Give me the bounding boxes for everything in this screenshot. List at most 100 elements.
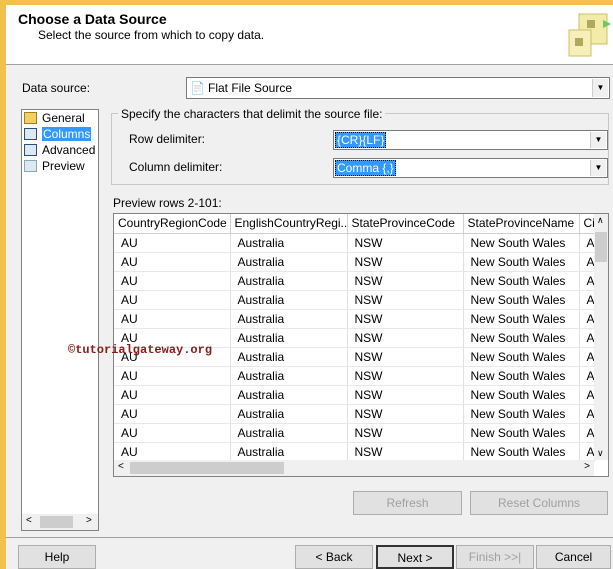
table-cell: AU xyxy=(114,404,231,424)
back-button[interactable]: < Back xyxy=(295,545,373,569)
grid-hscrollbar[interactable]: < > xyxy=(114,460,594,476)
table-cell: AU xyxy=(114,309,231,329)
table-cell: NSW xyxy=(347,252,464,272)
table-cell: NSW xyxy=(347,366,464,386)
nav-hscrollbar[interactable]: < > xyxy=(22,514,98,530)
table-cell: NSW xyxy=(347,309,464,329)
table-cell: AU xyxy=(114,442,231,462)
table-row: AUAustraliaNSWNew South WalesAl xyxy=(114,271,595,291)
refresh-button[interactable]: Refresh xyxy=(353,491,462,515)
table-cell: AU xyxy=(114,290,231,310)
page-subtitle: Select the source from which to copy dat… xyxy=(38,28,265,42)
table-cell: AU xyxy=(114,271,231,291)
table-row: AUAustraliaNSWNew South WalesAl xyxy=(114,366,595,386)
table-cell: New South Wales xyxy=(463,385,580,405)
table-cell: Al xyxy=(579,309,595,329)
table-cell: NSW xyxy=(347,290,464,310)
column-delimiter-label: Column delimiter: xyxy=(129,160,223,174)
preview-label: Preview rows 2-101: xyxy=(113,196,222,210)
table-cell: Australia xyxy=(230,385,348,405)
data-source-select[interactable]: 📄 Flat File Source ▼ xyxy=(186,77,610,99)
grid-vscrollbar[interactable]: ∧ ∨ xyxy=(594,214,608,460)
table-cell: NSW xyxy=(347,423,464,443)
table-cell: NSW xyxy=(347,347,464,367)
table-cell: Australia xyxy=(230,252,348,272)
table-cell: Australia xyxy=(230,423,348,443)
table-cell: Australia xyxy=(230,347,348,367)
table-cell: NSW xyxy=(347,328,464,348)
wizard-logo-icon xyxy=(568,13,611,57)
row-delimiter-label: Row delimiter: xyxy=(129,132,206,146)
table-row: AUAustraliaNSWNew South WalesAl xyxy=(114,252,595,272)
watermark: ©tutorialgateway.org xyxy=(68,343,213,357)
table-cell: Australia xyxy=(230,233,348,253)
delimiter-group-label: Specify the characters that delimit the … xyxy=(118,107,386,121)
table-row: AUAustraliaNSWNew South WalesAl xyxy=(114,442,595,462)
chevron-down-icon[interactable]: ▼ xyxy=(592,79,608,97)
nav-item-general[interactable]: General xyxy=(22,110,98,126)
table-cell: Al xyxy=(579,404,595,424)
table-cell: New South Wales xyxy=(463,328,580,348)
table-cell: NSW xyxy=(347,385,464,405)
table-cell: Al xyxy=(579,347,595,367)
row-delimiter-select[interactable]: {CR}{LF} ▼ xyxy=(333,130,608,150)
column-header[interactable]: StateProvinceName xyxy=(463,214,580,234)
table-row: AUAustraliaNSWNew South WalesAl xyxy=(114,290,595,310)
help-button[interactable]: Help xyxy=(18,545,96,569)
table-cell: New South Wales xyxy=(463,271,580,291)
table-cell: New South Wales xyxy=(463,347,580,367)
table-row: AUAustraliaNSWNew South WalesAl xyxy=(114,233,595,253)
table-cell: Al xyxy=(579,233,595,253)
data-source-value: Flat File Source xyxy=(208,81,293,95)
reset-columns-button[interactable]: Reset Columns xyxy=(470,491,608,515)
table-cell: New South Wales xyxy=(463,423,580,443)
table-cell: New South Wales xyxy=(463,290,580,310)
nav-label: General xyxy=(42,111,85,125)
page-title: Choose a Data Source xyxy=(18,11,167,27)
flat-file-icon: 📄 xyxy=(190,81,205,95)
column-header[interactable]: EnglishCountryRegi... xyxy=(230,214,348,234)
column-delimiter-select[interactable]: Comma {,} ▼ xyxy=(333,158,608,178)
table-row: AUAustraliaNSWNew South WalesAl xyxy=(114,423,595,443)
column-delimiter-value: Comma {,} xyxy=(335,160,396,176)
table-cell: Al xyxy=(579,423,595,443)
page-nav: General Columns Advanced Preview < > xyxy=(21,109,99,531)
table-cell: New South Wales xyxy=(463,366,580,386)
nav-label: Columns xyxy=(42,127,92,141)
table-cell: NSW xyxy=(347,271,464,291)
table-cell: Australia xyxy=(230,290,348,310)
column-header[interactable]: Cit xyxy=(579,214,595,234)
table-cell: Australia xyxy=(230,271,348,291)
table-row: AUAustraliaNSWNew South WalesAl xyxy=(114,404,595,424)
row-delimiter-value: {CR}{LF} xyxy=(335,132,387,148)
table-cell: AU xyxy=(114,233,231,253)
nav-item-preview[interactable]: Preview xyxy=(22,158,98,174)
chevron-down-icon[interactable]: ▼ xyxy=(590,160,606,176)
finish-button[interactable]: Finish >>| xyxy=(456,545,534,569)
table-cell: Al xyxy=(579,328,595,348)
table-cell: AU xyxy=(114,252,231,272)
nav-label: Advanced xyxy=(42,143,96,157)
nav-item-columns[interactable]: Columns xyxy=(22,126,98,142)
column-header[interactable]: StateProvinceCode xyxy=(347,214,464,234)
table-cell: New South Wales xyxy=(463,309,580,329)
table-cell: New South Wales xyxy=(463,252,580,272)
table-cell: AU xyxy=(114,385,231,405)
columns-icon xyxy=(24,128,37,140)
scroll-thumb[interactable] xyxy=(595,232,607,262)
window-border xyxy=(0,0,6,569)
table-cell: New South Wales xyxy=(463,442,580,462)
chevron-down-icon[interactable]: ▼ xyxy=(590,132,606,148)
table-cell: Australia xyxy=(230,366,348,386)
advanced-icon xyxy=(24,144,37,156)
scroll-thumb[interactable] xyxy=(130,462,284,474)
column-header[interactable]: CountryRegionCode xyxy=(114,214,231,234)
divider xyxy=(6,537,613,538)
nav-item-advanced[interactable]: Advanced xyxy=(22,142,98,158)
cancel-button[interactable]: Cancel xyxy=(536,545,611,569)
table-cell: NSW xyxy=(347,233,464,253)
table-cell: Australia xyxy=(230,309,348,329)
next-button[interactable]: Next > xyxy=(376,545,454,569)
general-icon xyxy=(24,112,37,124)
table-row: AUAustraliaNSWNew South WalesAl xyxy=(114,385,595,405)
